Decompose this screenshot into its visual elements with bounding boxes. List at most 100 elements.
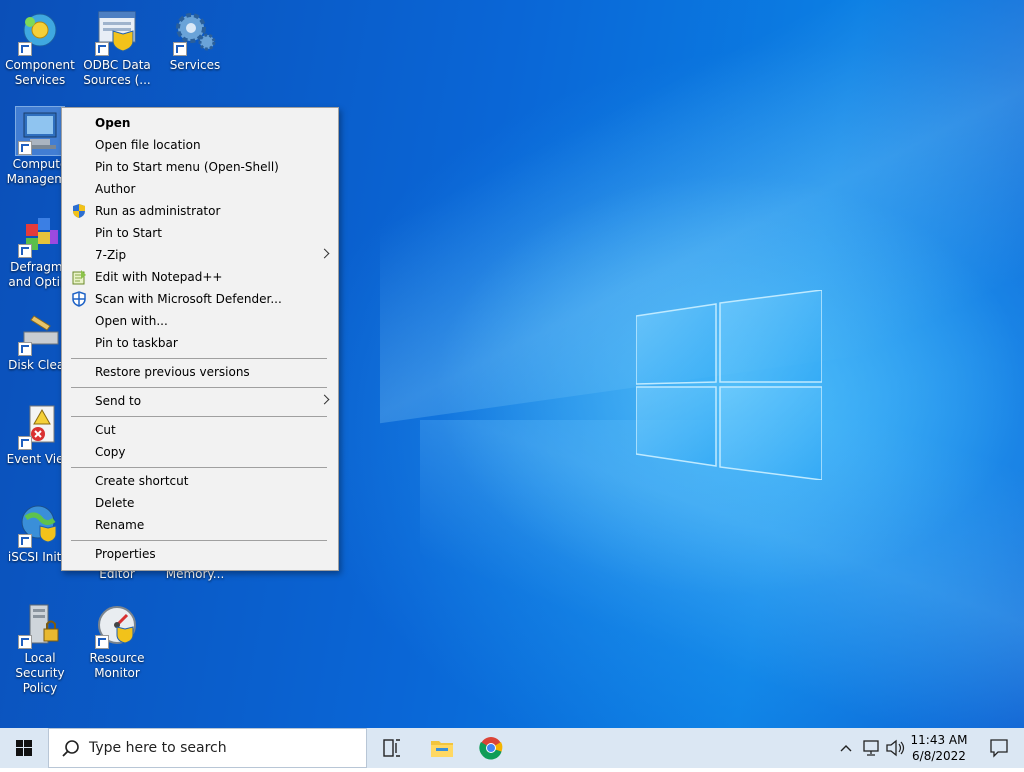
file-explorer-icon	[431, 741, 453, 757]
shortcut-arrow-icon	[18, 141, 32, 155]
clock[interactable]: 11:43 AM 6/8/2022	[904, 732, 974, 764]
notepadpp-icon	[71, 269, 87, 285]
chevron-right-icon	[319, 394, 330, 405]
event-viewer-icon	[16, 402, 64, 450]
network-button[interactable]	[859, 728, 883, 768]
menu-item-copy[interactable]: Copy	[62, 441, 338, 463]
chrome-button[interactable]	[467, 728, 515, 768]
menu-item-label: Cut	[95, 423, 116, 437]
menu-item-pin-to-start-menu-open-shell[interactable]: Pin to Start menu (Open-Shell)	[62, 156, 338, 178]
menu-separator	[71, 358, 327, 359]
menu-item-properties[interactable]: Properties	[62, 543, 338, 565]
disk-cleanup-icon	[16, 308, 64, 356]
task-view-button[interactable]	[368, 728, 416, 768]
menu-item-open-file-location[interactable]: Open file location	[62, 134, 338, 156]
notification-icon	[990, 739, 1008, 758]
menu-item-label: Properties	[95, 547, 156, 561]
menu-item-label: Copy	[95, 445, 126, 459]
icon-label: Resource Monitor	[89, 651, 145, 680]
icon-label: ODBC Data Sources (...	[83, 58, 151, 87]
menu-item-label: Author	[95, 182, 136, 196]
shortcut-arrow-icon	[18, 635, 32, 649]
clock-time: 11:43 AM	[910, 733, 968, 747]
desktop-icon-local-security-policy[interactable]: Local Security Policy	[0, 601, 80, 696]
menu-item-label: Rename	[95, 518, 145, 532]
menu-item-pin-to-taskbar[interactable]: Pin to taskbar	[62, 332, 338, 354]
menu-item-author[interactable]: Author	[62, 178, 338, 200]
menu-item-open-with[interactable]: Open with...	[62, 310, 338, 332]
menu-item-edit-with-notepadpp[interactable]: Edit with Notepad++	[62, 266, 338, 288]
uac-shield-icon	[71, 203, 87, 219]
menu-separator	[71, 467, 327, 468]
menu-item-run-as-administrator[interactable]: Run as administrator	[62, 200, 338, 222]
menu-item-label: Create shortcut	[95, 474, 189, 488]
shortcut-arrow-icon	[173, 42, 187, 56]
shortcut-arrow-icon	[18, 42, 32, 56]
computer-management-icon	[15, 106, 65, 156]
menu-item-label: Open with...	[95, 314, 168, 328]
desktop-icon-odbc-data-sources[interactable]: ODBC Data Sources (...	[77, 8, 157, 88]
taskbar: Type here to search 11:43 AM 6/8/2022	[0, 728, 1024, 768]
search-icon	[62, 740, 79, 757]
clock-date: 6/8/2022	[912, 749, 966, 763]
menu-item-label: Pin to Start	[95, 226, 162, 240]
desktop-icon-resource-monitor[interactable]: Resource Monitor	[77, 601, 157, 681]
shortcut-arrow-icon	[95, 635, 109, 649]
windows-logo-icon	[16, 740, 32, 756]
menu-item-label: Run as administrator	[95, 204, 221, 218]
menu-item-delete[interactable]: Delete	[62, 492, 338, 514]
menu-item-open[interactable]: Open	[62, 112, 338, 134]
action-center-button[interactable]	[976, 728, 1024, 768]
menu-item-scan-with-microsoft-defender[interactable]: Scan with Microsoft Defender...	[62, 288, 338, 310]
menu-item-label: Scan with Microsoft Defender...	[95, 292, 282, 306]
show-hidden-icons-button[interactable]	[834, 728, 858, 768]
start-button[interactable]	[0, 728, 48, 768]
chrome-icon	[479, 737, 503, 760]
menu-item-cut[interactable]: Cut	[62, 419, 338, 441]
component-services-icon	[16, 8, 64, 56]
menu-item-label: Open	[95, 116, 131, 130]
shortcut-arrow-icon	[18, 534, 32, 548]
desktop-icon-component-services[interactable]: Component Services	[0, 8, 80, 88]
menu-item-label: Pin to taskbar	[95, 336, 178, 350]
odbc-data-sources-icon	[93, 8, 141, 56]
shortcut-arrow-icon	[18, 244, 32, 258]
chevron-right-icon	[319, 248, 330, 259]
menu-item-label: Restore previous versions	[95, 365, 250, 379]
menu-separator	[71, 540, 327, 541]
menu-item-restore-previous-versions[interactable]: Restore previous versions	[62, 361, 338, 383]
menu-separator	[71, 387, 327, 388]
shortcut-arrow-icon	[95, 42, 109, 56]
gear-icon	[171, 8, 219, 56]
search-placeholder: Type here to search	[89, 740, 227, 756]
network-icon	[863, 740, 879, 756]
defragment-icon	[16, 210, 64, 258]
icon-label: Local Security Policy	[15, 651, 65, 695]
task-view-icon	[383, 739, 400, 757]
menu-item-label: 7-Zip	[95, 248, 127, 262]
desktop-icon-services[interactable]: Services	[155, 8, 235, 73]
defender-icon	[71, 291, 87, 307]
menu-item-label: Delete	[95, 496, 135, 510]
menu-item-label: Send to	[95, 394, 142, 408]
desktop: Component Services ODBC Data Sources (..…	[0, 0, 1024, 728]
menu-item-label: Edit with Notepad++	[95, 270, 223, 284]
menu-item-send-to[interactable]: Send to	[62, 390, 338, 412]
windows-wallpaper-logo	[636, 290, 822, 480]
resource-monitor-icon	[93, 601, 141, 649]
chevron-up-icon	[840, 745, 852, 752]
menu-item-label: Pin to Start menu (Open-Shell)	[95, 160, 279, 174]
search-box[interactable]: Type here to search	[48, 728, 367, 768]
icon-label: Services	[169, 58, 221, 72]
menu-item-rename[interactable]: Rename	[62, 514, 338, 536]
menu-separator	[71, 416, 327, 417]
shortcut-arrow-icon	[18, 436, 32, 450]
menu-item-create-shortcut[interactable]: Create shortcut	[62, 470, 338, 492]
context-menu: Open Open file location Pin to Start men…	[61, 107, 339, 571]
local-security-policy-icon	[16, 601, 64, 649]
globe-icon	[16, 500, 64, 548]
menu-item-7-zip[interactable]: 7-Zip	[62, 244, 338, 266]
menu-item-pin-to-start[interactable]: Pin to Start	[62, 222, 338, 244]
menu-item-label: Open file location	[95, 138, 201, 152]
file-explorer-button[interactable]	[418, 728, 466, 768]
